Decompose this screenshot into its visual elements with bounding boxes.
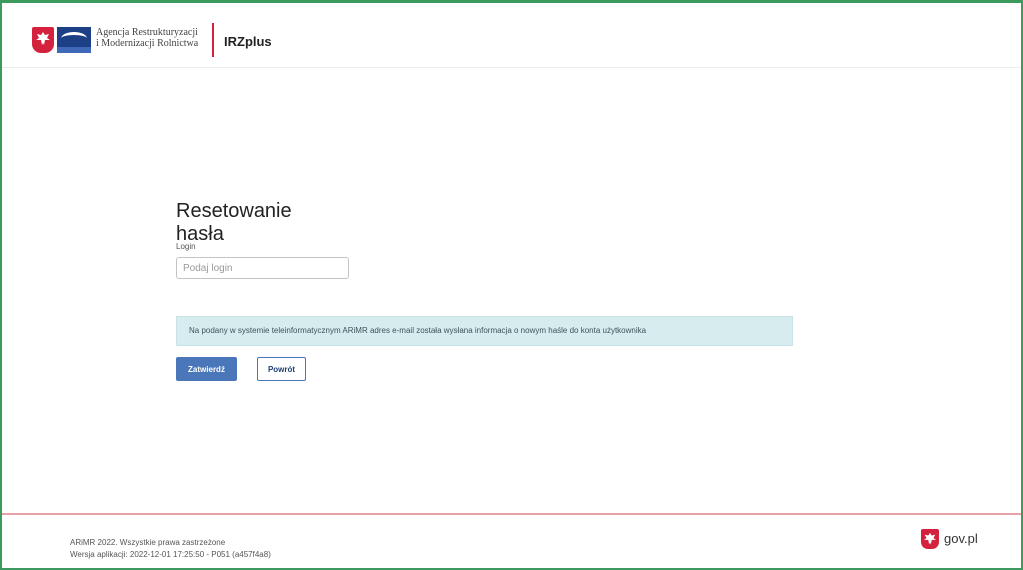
gov-pl-label: gov.pl: [944, 531, 978, 546]
gov-pl-eagle-icon: [921, 529, 939, 549]
login-input[interactable]: [176, 257, 349, 279]
app-name: IRZplus: [224, 34, 272, 49]
header-divider: [212, 23, 214, 57]
top-header: Agencja Restrukturyzacji i Modernizacji …: [2, 3, 1021, 68]
back-button[interactable]: Powrót: [257, 357, 306, 381]
footer: ARiMR 2022. Wszystkie prawa zastrzeżone …: [2, 513, 1021, 568]
polish-eagle-icon: [32, 27, 54, 53]
submit-button[interactable]: Zatwierdź: [176, 357, 237, 381]
login-label: Login: [176, 242, 196, 251]
page-title: Resetowanie hasła: [176, 200, 292, 245]
info-alert: Na podany w systemie teleinformatycznym …: [176, 316, 793, 346]
arimr-logo: [57, 27, 91, 53]
agency-line-1: Agencja Restrukturyzacji: [96, 27, 198, 38]
agency-name: Agencja Restrukturyzacji i Modernizacji …: [96, 27, 198, 49]
window-frame: [0, 0, 1023, 570]
agency-line-2: i Modernizacji Rolnictwa: [96, 38, 199, 49]
copyright-text: ARiMR 2022. Wszystkie prawa zastrzeżone: [70, 538, 226, 547]
version-text: Wersja aplikacji: 2022-12-01 17:25:50 - …: [70, 550, 271, 559]
